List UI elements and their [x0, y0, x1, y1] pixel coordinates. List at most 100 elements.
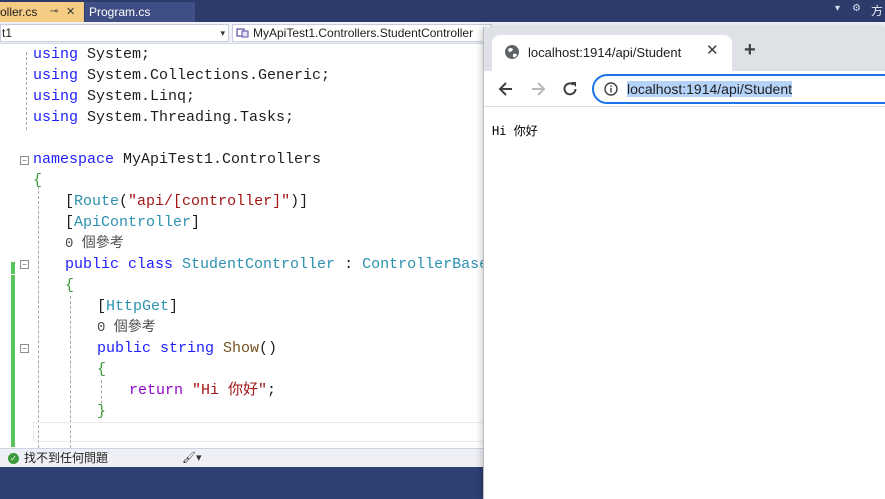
brace: {	[33, 172, 43, 189]
base-class-name: ControllerBase	[353, 256, 489, 273]
pin-icon[interactable]: ⊸	[50, 2, 58, 22]
close-icon[interactable]: ✕	[706, 43, 719, 59]
keyword: using	[33, 46, 79, 63]
brace: {	[97, 361, 107, 378]
namespace-name: MyApiTest1.Controllers	[114, 151, 322, 168]
code-line: {	[33, 359, 106, 380]
namespace-ref: System.Linq;	[78, 88, 196, 105]
browser-tab[interactable]: localhost:1914/api/Student ✕	[492, 35, 732, 71]
code-line: [HttpGet]	[33, 296, 178, 317]
keyword: public	[97, 340, 152, 357]
indent-guide	[26, 52, 27, 130]
project-combo[interactable]: t1 ▾	[0, 24, 229, 42]
class-icon	[236, 27, 250, 39]
string-literal: "Hi 你好"	[183, 382, 268, 399]
reference-count-link[interactable]: 0 個參考	[97, 320, 156, 336]
bracket: [	[65, 193, 75, 210]
type-combo-value: MyApiTest1.Controllers.StudentController	[253, 26, 474, 40]
namespace-ref: System;	[78, 46, 151, 63]
brace: {	[65, 277, 75, 294]
code-line: namespace MyApiTest1.Controllers	[33, 149, 321, 170]
browser-tab-strip: localhost:1914/api/Student ✕ +	[484, 27, 885, 71]
check-icon: ✓	[8, 453, 19, 464]
colon: :	[335, 256, 354, 273]
browser-window: localhost:1914/api/Student ✕ + localhost…	[483, 27, 885, 499]
bracket: ]	[191, 214, 201, 231]
namespace-ref: System.Threading.Tasks;	[78, 109, 295, 126]
info-icon[interactable]	[604, 82, 618, 96]
bracket: ]	[169, 298, 179, 315]
tab-program-cs[interactable]: Program.cs	[85, 2, 195, 22]
editor-gutter	[0, 44, 33, 448]
code-line: public class StudentController : Control…	[33, 254, 488, 275]
settings-icon[interactable]: ⚙	[852, 3, 861, 14]
document-tab-bar: roller.cs ⊸ ✕ Program.cs ▾ ⚙ 方	[0, 0, 885, 22]
namespace-ref: System.Collections.Generic;	[78, 67, 331, 84]
change-indicator	[11, 275, 15, 447]
paren: (	[119, 193, 129, 210]
page-content: Hi 你好	[484, 108, 885, 499]
keyword: using	[33, 109, 79, 126]
code-line: [ApiController]	[33, 212, 200, 233]
code-line: }	[33, 401, 106, 422]
code-line: 0 個參考	[33, 233, 124, 254]
code-line: using System.Linq;	[33, 86, 195, 107]
code-line: public string Show()	[33, 338, 277, 359]
desktop: roller.cs ⊸ ✕ Program.cs ▾ ⚙ 方 t1 ▾ MyAp…	[0, 0, 885, 499]
type-combo[interactable]: MyApiTest1.Controllers.StudentController	[232, 24, 492, 42]
tab-dropdown-icon[interactable]: ▾	[835, 3, 840, 14]
code-line: {	[33, 170, 42, 191]
tab-label: roller.cs	[0, 5, 38, 19]
code-line: using System.Threading.Tasks;	[33, 107, 294, 128]
fold-toggle-icon[interactable]: −	[20, 156, 29, 165]
browser-tab-title: localhost:1914/api/Student	[528, 45, 682, 60]
response-text: Hi 你好	[492, 124, 538, 138]
keyword: return	[129, 382, 184, 399]
fold-toggle-icon[interactable]: −	[20, 260, 29, 269]
code-line: return "Hi 你好";	[33, 380, 276, 401]
browser-toolbar: localhost:1914/api/Student	[484, 71, 885, 107]
keyword: class	[119, 256, 174, 273]
method-name: Show	[214, 340, 260, 357]
project-combo-value: t1	[2, 26, 13, 40]
paren: ()	[259, 340, 278, 357]
code-line: using System;	[33, 44, 150, 65]
code-line: [Route("api/[controller]")]	[33, 191, 308, 212]
attribute-name: HttpGet	[106, 298, 170, 315]
fold-toggle-icon[interactable]: −	[20, 344, 29, 353]
new-tab-icon[interactable]: +	[744, 40, 756, 60]
tab-label: Program.cs	[89, 5, 151, 19]
bracket: [	[97, 298, 107, 315]
class-name: StudentController	[173, 256, 336, 273]
close-icon[interactable]: ✕	[66, 2, 75, 22]
reference-count-link[interactable]: 0 個參考	[65, 236, 124, 252]
side-panel-strip[interactable]: 方	[869, 0, 885, 22]
forward-arrow-icon[interactable]	[528, 79, 548, 99]
string-literal: "api/[controller]"	[128, 193, 291, 210]
globe-icon	[504, 44, 520, 60]
issues-status-text[interactable]: 找不到任何問題	[24, 449, 108, 467]
keyword: using	[33, 88, 79, 105]
reload-icon[interactable]	[560, 79, 580, 99]
bracket: [	[65, 214, 75, 231]
brace: }	[97, 403, 107, 420]
brush-icon[interactable]: 🖌▾	[182, 449, 202, 467]
url-text[interactable]: localhost:1914/api/Student	[627, 81, 793, 97]
attribute-name: ApiController	[74, 214, 192, 231]
address-bar[interactable]: localhost:1914/api/Student	[592, 74, 885, 104]
keyword: using	[33, 67, 79, 84]
current-line-highlight	[33, 422, 493, 442]
tab-controller-cs[interactable]: roller.cs ⊸ ✕	[0, 2, 84, 22]
keyword: public	[65, 256, 120, 273]
attribute-name: Route	[74, 193, 120, 210]
code-line: {	[33, 275, 74, 296]
keyword: namespace	[33, 151, 115, 168]
chevron-down-icon: ▾	[220, 28, 225, 38]
semicolon: ;	[267, 382, 277, 399]
code-line: 0 個參考	[33, 317, 156, 338]
bracket: )]	[290, 193, 309, 210]
keyword: string	[151, 340, 215, 357]
change-indicator	[11, 262, 15, 274]
back-arrow-icon[interactable]	[496, 79, 516, 99]
code-line: using System.Collections.Generic;	[33, 65, 330, 86]
